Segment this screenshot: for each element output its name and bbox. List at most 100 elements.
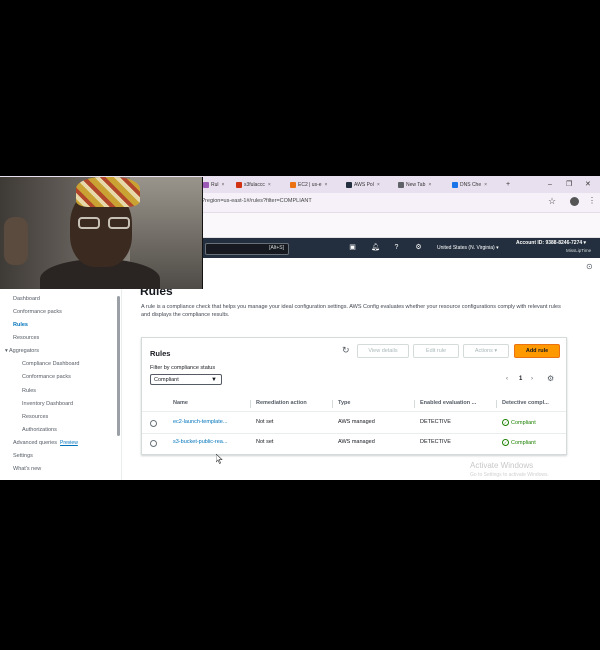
close-tab-icon[interactable]: × xyxy=(325,182,328,188)
sidebar-item-rules[interactable]: Rules xyxy=(13,322,28,328)
column-header-remediation[interactable]: Remediation action xyxy=(256,400,307,406)
browser-tab[interactable]: EC2 | us-e × xyxy=(290,179,340,191)
row-select-radio[interactable] xyxy=(150,420,157,427)
search-input[interactable]: [Alt+S] xyxy=(205,243,289,255)
browser-tab[interactable]: New Tab × xyxy=(398,179,446,191)
evaluation-value: DETECTIVE xyxy=(420,419,451,425)
tab-label: AWS Pol xyxy=(354,182,374,188)
view-details-button[interactable]: View details xyxy=(357,344,409,358)
caret-down-icon: ▼ xyxy=(211,377,217,383)
tab-label: Rul xyxy=(211,182,219,188)
profile-avatar[interactable] xyxy=(570,197,579,206)
sidebar-item-label: Advanced queries xyxy=(13,440,58,446)
type-value: AWS managed xyxy=(338,419,375,425)
close-tab-icon[interactable]: × xyxy=(222,182,225,188)
minimize-icon[interactable]: – xyxy=(548,179,552,191)
browser-tab[interactable]: Rul × xyxy=(203,179,231,191)
close-tab-icon[interactable]: × xyxy=(377,182,380,188)
browser-tab[interactable]: s3fulaccc × xyxy=(236,179,284,191)
compliance-status: ✓ Compliant xyxy=(502,439,536,446)
bell-icon[interactable]: 🔔︎ xyxy=(371,243,380,252)
tab-label: EC2 | us-e xyxy=(298,182,322,188)
webcam-head-wrap xyxy=(76,177,140,207)
column-separator xyxy=(332,400,333,408)
tab-favicon-icon xyxy=(346,181,352,188)
sidebar-item-advanced-queries[interactable]: Advanced queries Preview xyxy=(13,440,78,446)
tab-label: s3fulaccc xyxy=(244,182,265,188)
rule-name-link[interactable]: ec2-launch-template... xyxy=(173,419,227,425)
sidebar-item-aggregator-conformance-packs[interactable]: Conformance packs xyxy=(22,374,71,380)
column-header-compliance[interactable]: Detective compl... xyxy=(502,400,549,406)
column-header-name[interactable]: Name xyxy=(173,400,188,406)
evaluation-value: DETECTIVE xyxy=(420,439,451,445)
browser-tab[interactable]: AWS Pol × xyxy=(346,179,392,191)
compliance-filter-select[interactable]: Compliant ▼ xyxy=(150,374,222,385)
rules-table-panel: Rules ↻ View details Edit rule Actions ▾… xyxy=(141,337,567,455)
edit-rule-button[interactable]: Edit rule xyxy=(413,344,459,358)
close-tab-icon[interactable]: × xyxy=(428,182,431,188)
new-tab-button[interactable]: + xyxy=(506,179,510,191)
sidebar-scrollbar[interactable] xyxy=(117,296,120,436)
browser-tab[interactable]: DNS Che × xyxy=(452,179,498,191)
restore-icon[interactable]: ❐ xyxy=(566,179,572,191)
close-tab-icon[interactable]: × xyxy=(484,182,487,188)
header-divider xyxy=(142,411,566,412)
panel-title: Rules xyxy=(150,349,171,358)
cloudshell-icon[interactable]: ▣ xyxy=(348,243,357,252)
page-description: A rule is a compliance check that helps … xyxy=(141,304,561,318)
account-menu[interactable]: Account ID: 9388-8246-7274 ▾ xyxy=(516,240,586,246)
column-separator xyxy=(496,400,497,408)
help-icon[interactable]: ? xyxy=(392,243,401,252)
activate-windows-subtitle: Go to Settings to activate Windows. xyxy=(470,472,549,478)
sidebar-item-aggregator-rules[interactable]: Rules xyxy=(22,388,36,394)
tab-label: DNS Che xyxy=(460,182,482,188)
add-rule-button[interactable]: Add rule xyxy=(514,344,560,358)
current-page[interactable]: 1 xyxy=(519,376,522,382)
left-navigation: Dashboard Conformance packs Rules Resour… xyxy=(0,258,122,480)
compliance-label: Compliant xyxy=(511,440,536,446)
check-circle-icon: ✓ xyxy=(502,439,509,446)
row-select-radio[interactable] xyxy=(150,440,157,447)
column-separator xyxy=(250,400,251,408)
sidebar-item-resources[interactable]: Resources xyxy=(13,335,39,341)
sidebar-item-aggregator-resources[interactable]: Resources xyxy=(22,414,48,420)
preview-badge[interactable]: Preview xyxy=(60,440,78,446)
user-name: MissLipTime xyxy=(566,248,592,253)
gear-icon[interactable]: ⚙ xyxy=(414,243,423,252)
sidebar-item-aggregator-compliance-dashboard[interactable]: Compliance Dashboard xyxy=(22,361,79,367)
next-page-icon[interactable]: › xyxy=(531,376,533,382)
bookmark-star-icon[interactable]: ☆ xyxy=(548,196,556,207)
tab-label: New Tab xyxy=(406,182,426,188)
page-settings-icon[interactable]: ⊙ xyxy=(586,262,593,271)
filter-value: Compliant xyxy=(154,377,179,383)
tab-favicon-icon xyxy=(398,181,404,188)
sidebar-item-whats-new[interactable]: What's new xyxy=(13,466,41,472)
url-field[interactable]: ?region=us-east-1#/rules?filter=COMPLIAN… xyxy=(202,198,312,204)
close-window-icon[interactable]: ✕ xyxy=(585,179,591,191)
close-tab-icon[interactable]: × xyxy=(268,182,271,188)
sidebar-item-aggregators[interactable]: ▾ Aggregators xyxy=(5,348,39,354)
mouse-cursor-icon xyxy=(216,454,223,464)
column-separator xyxy=(414,400,415,408)
rule-name-link[interactable]: s3-bucket-public-rea... xyxy=(173,439,227,445)
refresh-icon[interactable]: ↻ xyxy=(342,345,350,356)
activate-windows-title: Activate Windows xyxy=(470,461,534,470)
tab-favicon-icon xyxy=(203,181,209,188)
actions-dropdown[interactable]: Actions ▾ xyxy=(463,344,509,358)
compliance-status: ✓ Compliant xyxy=(502,419,536,426)
table-preferences-gear-icon[interactable]: ⚙ xyxy=(547,374,554,383)
tab-favicon-icon xyxy=(290,181,296,188)
webcam-hand xyxy=(4,217,28,265)
browser-menu-icon[interactable]: ⋮ xyxy=(588,196,596,205)
sidebar-item-aggregator-authorizations[interactable]: Authorizations xyxy=(22,427,57,433)
column-header-evaluation[interactable]: Enabled evaluation ... xyxy=(420,400,476,406)
previous-page-icon[interactable]: ‹ xyxy=(506,376,508,382)
sidebar-item-conformance-packs[interactable]: Conformance packs xyxy=(13,309,62,315)
region-selector[interactable]: United States (N. Virginia) ▾ xyxy=(437,245,499,251)
sidebar-item-settings[interactable]: Settings xyxy=(13,453,33,459)
filter-label: Filter by compliance status xyxy=(150,365,216,371)
sidebar-item-aggregator-inventory-dashboard[interactable]: Inventory Dashboard xyxy=(22,401,73,407)
type-value: AWS managed xyxy=(338,439,375,445)
column-header-type[interactable]: Type xyxy=(338,400,350,406)
sidebar-item-dashboard[interactable]: Dashboard xyxy=(13,296,40,302)
